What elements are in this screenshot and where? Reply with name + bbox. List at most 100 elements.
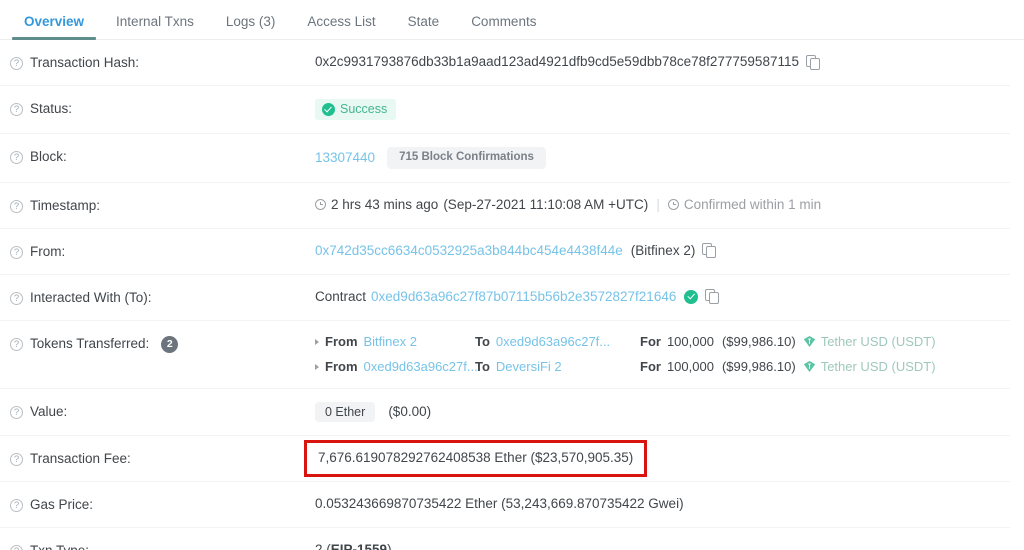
row-block: ? Block: 13307440 715 Block Confirmation… bbox=[0, 134, 1010, 183]
label-interacted-with: ? Interacted With (To): bbox=[10, 288, 315, 307]
ether-value-badge: 0 Ether bbox=[315, 401, 376, 422]
to-link[interactable]: 0xed9d63a96c27f... bbox=[496, 334, 610, 350]
label-block: ? Block: bbox=[10, 147, 315, 166]
transfer-to: To DeversiFi 2 bbox=[475, 359, 640, 375]
transaction-fee-highlight: 7,676.619078292762408538 Ether ($23,570,… bbox=[304, 440, 648, 477]
label-text: Block: bbox=[30, 149, 67, 164]
transaction-details: ? Transaction Hash: 0x2c9931793876db33b1… bbox=[0, 40, 1024, 550]
label-transaction-fee: ? Transaction Fee: bbox=[10, 449, 315, 468]
label-text: Value: bbox=[30, 403, 68, 419]
timestamp-relative: 2 hrs 43 mins ago bbox=[331, 196, 439, 212]
clock-icon-confirmed bbox=[667, 199, 679, 210]
label-text: Status: bbox=[30, 101, 73, 116]
value-block: 13307440 715 Block Confirmations bbox=[315, 147, 1010, 169]
token-name-link[interactable]: Tether USD (USDT) bbox=[821, 359, 936, 375]
from-address-link[interactable]: 0x742d35cc6634c0532925a3b844bc454e4438f4… bbox=[315, 242, 623, 260]
to-key: To bbox=[475, 358, 490, 374]
help-icon[interactable]: ? bbox=[10, 199, 23, 213]
row-value: ? Value: 0 Ether ($0.00) bbox=[0, 389, 1010, 436]
tab-state[interactable]: State bbox=[392, 14, 456, 40]
transfer-from: From Bitfinex 2 bbox=[315, 334, 475, 350]
help-icon[interactable]: ? bbox=[10, 151, 23, 164]
contract-prefix: Contract bbox=[315, 288, 367, 304]
token-transfer-row: From 0xed9d63a96c27f... To DeversiFi 2 F… bbox=[315, 359, 1010, 375]
help-icon[interactable]: ? bbox=[10, 545, 23, 550]
to-key: To bbox=[475, 333, 490, 349]
tab-overview[interactable]: Overview bbox=[8, 14, 100, 40]
tab-bar: Overview Internal Txns Logs (3) Access L… bbox=[0, 0, 1024, 40]
help-icon[interactable]: ? bbox=[10, 57, 23, 70]
tether-token-icon bbox=[803, 360, 816, 373]
txn-type-standard: EIP-1559 bbox=[330, 542, 388, 550]
token-transfer-row: From Bitfinex 2 To 0xed9d63a96c27f... Fo… bbox=[315, 334, 1010, 350]
row-from: ? From: 0x742d35cc6634c0532925a3b844bc45… bbox=[0, 229, 1010, 275]
label-from: ? From: bbox=[10, 242, 315, 261]
tab-access-list[interactable]: Access List bbox=[291, 14, 391, 40]
help-icon[interactable]: ? bbox=[10, 337, 23, 351]
contract-address-link[interactable]: 0xed9d63a96c27f87b07115b56b2e3572827f216… bbox=[371, 288, 676, 306]
label-timestamp: ? Timestamp: bbox=[10, 196, 315, 215]
help-icon[interactable]: ? bbox=[10, 405, 23, 419]
transfer-amount: For 100,000 ($99,986.10) Tether USD (USD… bbox=[640, 334, 936, 350]
triangle-icon bbox=[315, 338, 319, 345]
transfer-amount: For 100,000 ($99,986.10) Tether USD (USD… bbox=[640, 359, 936, 375]
token-transfer-list: From Bitfinex 2 To 0xed9d63a96c27f... Fo… bbox=[315, 334, 1010, 375]
value-from: 0x742d35cc6634c0532925a3b844bc454e4438f4… bbox=[315, 242, 1010, 260]
help-icon[interactable]: ? bbox=[10, 245, 23, 259]
row-status: ? Status: Success bbox=[0, 86, 1010, 134]
transfer-to: To 0xed9d63a96c27f... bbox=[475, 334, 640, 350]
tab-internal-txns[interactable]: Internal Txns bbox=[100, 14, 210, 40]
value-status: Success bbox=[315, 99, 1010, 120]
block-confirmations-badge: 715 Block Confirmations bbox=[387, 147, 546, 169]
transaction-hash-text: 0x2c9931793876db33b1a9aad123ad4921dfb9cd… bbox=[315, 54, 799, 69]
from-link[interactable]: 0xed9d63a96c27f... bbox=[364, 359, 478, 375]
tether-token-icon bbox=[803, 335, 816, 348]
label-gas-price: ? Gas Price: bbox=[10, 495, 315, 514]
tab-comments[interactable]: Comments bbox=[455, 14, 552, 40]
value-transaction-hash: 0x2c9931793876db33b1a9aad123ad4921dfb9cd… bbox=[315, 53, 1010, 71]
value-gas-price: 0.053243669870735422 Ether (53,243,669.8… bbox=[315, 495, 1010, 513]
copy-icon[interactable] bbox=[705, 289, 720, 304]
help-icon[interactable]: ? bbox=[10, 291, 23, 305]
value-amount: 0 Ether ($0.00) bbox=[315, 401, 1010, 422]
row-tokens-transferred: ? Tokens Transferred: 2 From Bitfinex 2 … bbox=[0, 321, 1010, 389]
label-text: Transaction Hash: bbox=[30, 55, 140, 70]
value-interacted-with: Contract 0xed9d63a96c27f87b07115b56b2e35… bbox=[315, 288, 1010, 306]
row-transaction-fee: ? Transaction Fee: 7,676.619078292762408… bbox=[0, 436, 1010, 482]
row-interacted-with: ? Interacted With (To): Contract 0xed9d6… bbox=[0, 275, 1010, 321]
label-value: ? Value: bbox=[10, 402, 315, 421]
confirmed-within-text: Confirmed within 1 min bbox=[683, 196, 822, 212]
check-circle-icon bbox=[322, 103, 335, 116]
txn-type-suffix: ) bbox=[387, 542, 392, 550]
amount-text: 100,000 bbox=[666, 358, 714, 374]
value-timestamp: 2 hrs 43 mins ago (Sep-27-2021 11:10:08 … bbox=[315, 196, 1010, 214]
clock-icon bbox=[315, 199, 326, 210]
amount-text: 100,000 bbox=[666, 333, 714, 349]
ether-value-usd: ($0.00) bbox=[388, 403, 432, 419]
token-name-link[interactable]: Tether USD (USDT) bbox=[821, 334, 936, 350]
from-link[interactable]: Bitfinex 2 bbox=[364, 334, 417, 350]
label-text: Transaction Fee: bbox=[30, 451, 131, 466]
row-gas-price: ? Gas Price: 0.053243669870735422 Ether … bbox=[0, 482, 1010, 528]
label-text: Tokens Transferred: bbox=[30, 335, 150, 351]
copy-icon[interactable] bbox=[805, 54, 821, 70]
block-number-link[interactable]: 13307440 bbox=[315, 149, 375, 167]
transfer-from: From 0xed9d63a96c27f... bbox=[315, 359, 478, 375]
for-key: For bbox=[640, 358, 661, 374]
status-badge: Success bbox=[315, 99, 397, 120]
label-text: Txn Type: bbox=[30, 542, 89, 550]
value-txn-type: 2 ( EIP-1559 ) bbox=[315, 541, 1010, 550]
timestamp-absolute: (Sep-27-2021 11:10:08 AM +UTC) bbox=[443, 196, 649, 212]
help-icon[interactable]: ? bbox=[10, 453, 23, 466]
label-text: Gas Price: bbox=[30, 497, 94, 512]
verified-contract-icon bbox=[684, 289, 699, 304]
help-icon[interactable]: ? bbox=[10, 103, 23, 116]
label-text: From: bbox=[30, 243, 66, 259]
amount-usd: ($99,986.10) bbox=[721, 358, 796, 374]
to-link[interactable]: DeversiFi 2 bbox=[496, 359, 562, 375]
help-icon[interactable]: ? bbox=[10, 499, 23, 512]
value-tokens-transferred: From Bitfinex 2 To 0xed9d63a96c27f... Fo… bbox=[315, 334, 1010, 375]
value-transaction-fee: 7,676.619078292762408538 Ether ($23,570,… bbox=[304, 440, 1010, 477]
tab-logs[interactable]: Logs (3) bbox=[210, 14, 292, 40]
copy-icon[interactable] bbox=[702, 243, 717, 258]
